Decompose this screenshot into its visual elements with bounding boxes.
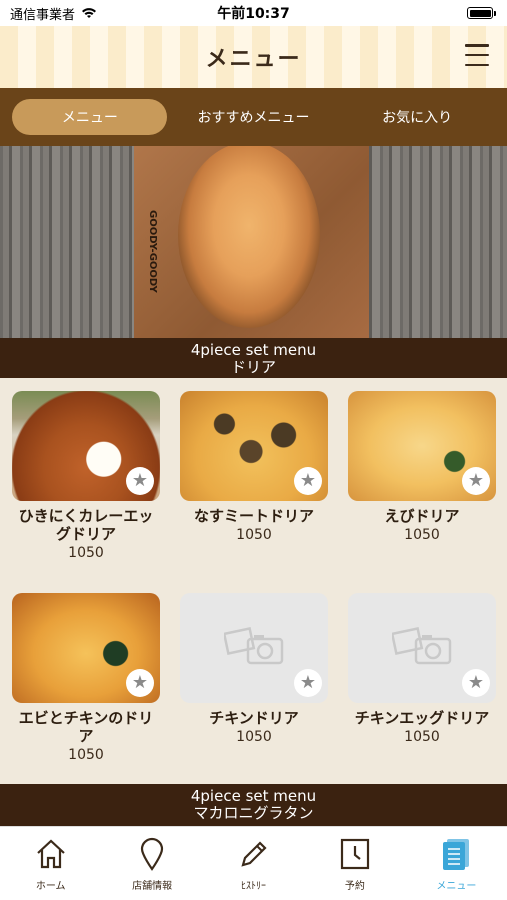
menu-item-price: 1050	[236, 527, 272, 543]
tabbar-label: ﾋｽﾄﾘｰ	[241, 881, 267, 892]
battery-icon	[467, 7, 496, 19]
menu-item-image-placeholder: ★	[348, 593, 496, 703]
tabbar-item-home[interactable]: ホーム	[0, 827, 101, 900]
menu-item-card[interactable]: ★ チキンドリア 1050	[180, 593, 328, 745]
page-title: メニュー	[205, 47, 302, 72]
menu-book-icon	[443, 839, 470, 870]
menu-item-price: 1050	[68, 747, 104, 763]
tabbar-item-menu[interactable]: メニュー	[406, 827, 507, 900]
menu-item-name: えびドリア	[384, 507, 460, 525]
menu-item-image-placeholder: ★	[180, 593, 328, 703]
favorite-star-icon[interactable]: ★	[462, 467, 490, 495]
hamburger-menu-icon[interactable]	[465, 44, 489, 66]
tab-recommended[interactable]: おすすめメニュー	[176, 99, 331, 135]
clock-icon	[340, 838, 370, 870]
svg-text:GOODY-GOODY: GOODY-GOODY	[147, 210, 158, 293]
bottom-tab-bar: ホーム 店舗情報 ﾋｽﾄﾘｰ 予約 メニュー	[0, 826, 507, 900]
photo-placeholder-icon	[224, 627, 284, 665]
doria-dish-image	[178, 146, 320, 328]
menu-item-name: チキンエッグドリア	[354, 709, 490, 727]
category-caption-en: 4piece set menu	[190, 787, 317, 805]
menu-item-name: ひきにくカレーエッグドリア	[18, 507, 154, 543]
category-header-macaroni-gratin: 4piece set menu マカロニグラタン	[0, 784, 507, 826]
menu-item-name: なすミートドリア	[193, 507, 314, 525]
tabbar-item-history[interactable]: ﾋｽﾄﾘｰ	[203, 827, 304, 900]
app-header: メニュー	[0, 26, 507, 88]
menu-item-name: エビとチキンのドリア	[18, 709, 154, 745]
tabbar-item-store-info[interactable]: 店舗情報	[101, 827, 202, 900]
tabbar-label: 予約	[344, 881, 365, 892]
tab-favorites[interactable]: お気に入り	[340, 99, 495, 135]
menu-item-image: ★	[12, 593, 160, 703]
menu-item-card[interactable]: ★ エビとチキンのドリア 1050	[12, 593, 160, 763]
menu-item-price: 1050	[68, 545, 104, 561]
favorite-star-icon[interactable]: ★	[126, 467, 154, 495]
tabbar-item-reservation[interactable]: 予約	[304, 827, 405, 900]
menu-item-price: 1050	[236, 729, 272, 745]
tab-menu[interactable]: メニュー	[12, 99, 168, 135]
segment-tabs: メニュー おすすめメニュー お気に入り	[0, 88, 507, 146]
wifi-icon	[82, 8, 97, 18]
menu-item-card[interactable]: ★ えびドリア 1050	[348, 391, 496, 543]
favorite-star-icon[interactable]: ★	[126, 669, 154, 697]
board-logo: GOODY-GOODY	[147, 210, 158, 293]
status-bar: 通信事業者 午前10:37	[0, 0, 507, 26]
menu-item-image: ★	[180, 391, 328, 501]
menu-item-card[interactable]: ★ なすミートドリア 1050	[180, 391, 328, 543]
category-caption-ja: マカロニグラタン	[193, 804, 314, 822]
category-caption-ja: ドリア	[230, 358, 276, 376]
favorite-star-icon[interactable]: ★	[462, 669, 490, 697]
category-header-doria: 4piece set menu ドリア	[0, 338, 507, 378]
category-caption-en: 4piece set menu	[190, 341, 317, 359]
menu-item-card[interactable]: ★ ひきにくカレーエッグドリア 1050	[12, 391, 160, 561]
pencil-icon	[240, 841, 267, 867]
menu-grid: ★ ひきにくカレーエッグドリア 1050 ★ なすミートドリア 1050 ★ え…	[0, 378, 507, 784]
hero-banner-image: GOODY-GOODY	[0, 146, 507, 338]
menu-item-image: ★	[348, 391, 496, 501]
tabbar-label: メニュー	[436, 881, 477, 892]
menu-item-price: 1050	[404, 729, 440, 745]
menu-item-price: 1050	[404, 527, 440, 543]
carrier-label: 通信事業者	[10, 7, 76, 23]
location-pin-icon	[141, 837, 164, 871]
menu-item-card[interactable]: ★ チキンエッグドリア 1050	[348, 593, 496, 745]
tabbar-label: 店舗情報	[132, 881, 173, 892]
home-icon	[36, 839, 65, 869]
menu-item-name: チキンドリア	[209, 709, 299, 727]
favorite-star-icon[interactable]: ★	[294, 467, 322, 495]
photo-placeholder-icon	[392, 627, 452, 665]
menu-item-image: ★	[12, 391, 160, 501]
favorite-star-icon[interactable]: ★	[294, 669, 322, 697]
tabbar-label: ホーム	[35, 881, 66, 892]
